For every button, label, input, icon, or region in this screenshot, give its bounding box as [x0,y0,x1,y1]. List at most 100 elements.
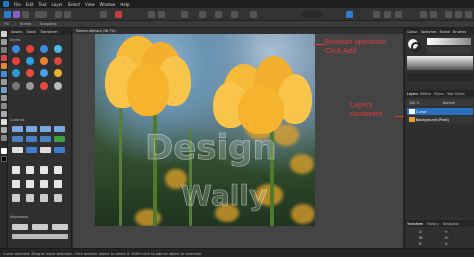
asset-shape-icon[interactable] [40,194,48,202]
asset-shape-icon[interactable] [26,166,34,174]
section-styles[interactable]: Styles [10,38,21,42]
asset-shape-icon[interactable] [54,194,62,202]
opacity-slider[interactable] [407,73,473,81]
asset-red-button-icon[interactable] [26,45,34,53]
healing-tool-icon[interactable] [1,103,7,109]
text-tool-icon[interactable] [1,127,7,133]
asset-red-button-icon[interactable] [12,57,20,65]
asset-control-icon[interactable] [54,126,65,132]
transform-icon[interactable] [250,11,257,18]
asset-control-icon[interactable] [12,126,23,132]
preferences-icon[interactable] [430,11,437,18]
asset-blue-button-icon[interactable] [40,69,48,77]
menu-view[interactable]: View [85,2,95,7]
menu-text[interactable]: Text [38,2,46,7]
tab-brushes[interactable]: Brushes [453,30,466,34]
auto-levels-icon[interactable] [55,11,62,18]
tab-transform[interactable]: Transform [40,30,57,34]
opacity-value[interactable]: 100 % [409,101,419,105]
asset-shape-icon[interactable] [26,180,34,188]
asset-grey-button-icon[interactable] [26,82,34,90]
asset-control-icon[interactable] [26,126,37,132]
tab-assets[interactable]: Assets [11,30,22,34]
align-icon[interactable] [158,11,165,18]
asset-shape-icon[interactable] [54,166,62,174]
section-controls[interactable]: Controls [10,118,24,122]
asset-control-icon[interactable] [12,136,23,142]
stroke-colour-icon[interactable] [411,42,421,52]
asset-blue-button-icon[interactable] [40,45,48,53]
asset-keyboard-icon[interactable] [12,234,68,239]
boolean-intersect-icon[interactable] [384,11,391,18]
asset-keyboard-icon[interactable] [32,224,48,230]
asset-shape-icon[interactable] [12,180,20,188]
menu-layer[interactable]: Layer [52,2,63,7]
tab-history[interactable]: History [427,222,439,226]
asset-grey-button-icon[interactable] [12,82,20,90]
asset-blue-button-icon[interactable] [12,45,20,53]
arrange-icon[interactable] [148,11,155,18]
secondary-colour-swatch[interactable] [1,156,7,162]
toolbar-value-field[interactable] [302,11,322,18]
tab-transform[interactable]: Transform [407,222,423,226]
colour-slider[interactable] [427,38,471,45]
asset-control-icon[interactable] [40,136,51,142]
ctx-fill[interactable]: Fill [4,22,9,26]
asset-control-icon[interactable] [26,147,37,153]
asset-keyboard-icon[interactable] [52,224,68,230]
asset-red-button-icon[interactable] [40,82,48,90]
photo-persona-icon[interactable] [4,11,11,18]
liquify-persona-icon[interactable] [13,11,20,18]
asset-control-icon[interactable] [54,136,65,142]
asset-red-button-icon[interactable] [26,69,34,77]
asset-red-button-icon[interactable] [54,57,62,65]
asset-control-icon[interactable] [54,147,65,153]
layer-row-curve[interactable]: Curve [407,108,473,115]
mirror-view-icon[interactable] [465,11,472,18]
tab-navigator[interactable]: Navigator [443,222,459,226]
selection-brush-icon[interactable] [1,55,7,61]
ctx-snapping[interactable]: Snapping [40,22,56,26]
menu-select[interactable]: Select [68,2,80,7]
asset-shape-icon[interactable] [12,166,20,174]
primary-colour-swatch[interactable] [1,148,7,154]
view-tool-icon[interactable] [1,39,7,45]
ctx-stroke[interactable]: Stroke [20,22,31,26]
menu-edit[interactable]: Edit [26,2,34,7]
asset-control-icon[interactable] [40,126,51,132]
asset-blue-button-icon[interactable] [26,57,34,65]
asset-shape-icon[interactable] [54,180,62,188]
flood-fill-icon[interactable] [1,71,7,77]
asset-light-button-icon[interactable] [54,82,62,90]
layer-row-background[interactable]: Background (Pixel) [407,116,473,123]
menu-help[interactable]: Help [120,2,129,7]
asset-shape-icon[interactable] [40,166,48,174]
asset-control-icon[interactable] [12,147,23,153]
asset-cyan-button-icon[interactable] [54,45,62,53]
asset-control-icon[interactable] [26,136,37,142]
colour-slider[interactable] [427,47,471,53]
flip-icon[interactable] [231,11,238,18]
split-view-icon[interactable] [455,11,462,18]
tab-styles[interactable]: Styles [434,92,444,96]
tab-stroke[interactable]: Stroke [439,30,450,34]
snapping-icon[interactable] [181,11,188,18]
boolean-add-icon[interactable] [346,11,353,18]
tab-text-styles[interactable]: Text Styles [447,92,465,96]
gradient-tool-icon[interactable] [1,79,7,85]
menu-window[interactable]: Window [100,2,116,7]
tab-layers[interactable]: Layers [407,92,418,96]
boolean-subtract-icon[interactable] [373,11,380,18]
section-keyboards[interactable]: Keyboards [10,215,28,219]
blend-mode-select[interactable]: Normal [443,101,455,105]
menu-file[interactable]: File [14,2,21,7]
shape-tool-icon[interactable] [1,119,7,125]
selection-icon[interactable] [115,11,122,18]
move-tool-icon[interactable] [1,31,7,37]
auto-contrast-icon[interactable] [64,11,71,18]
tab-swatches[interactable]: Swatches [421,30,437,34]
asset-blue-button-icon[interactable] [12,69,20,77]
crop-tool-icon[interactable] [1,47,7,53]
asset-keyboard-icon[interactable] [12,224,28,230]
tab-stock[interactable]: Stock [26,30,36,34]
